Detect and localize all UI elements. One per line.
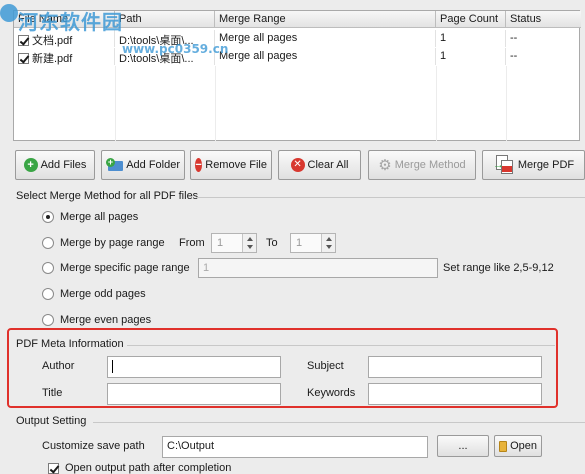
radio-merge-specific-label[interactable]: Merge specific page range: [60, 262, 190, 274]
add-files-button[interactable]: + Add Files: [15, 150, 95, 180]
column-header-merge-range[interactable]: Merge Range: [215, 11, 436, 28]
radio-merge-even[interactable]: [42, 314, 54, 326]
minus-icon: −: [195, 158, 203, 172]
to-label: To: [266, 237, 278, 249]
to-page-stepper[interactable]: 1: [290, 233, 336, 253]
file-path: D:\tools\桌面\...: [115, 30, 215, 47]
merge-pdf-button[interactable]: → Merge PDF: [482, 150, 585, 180]
folder-plus-icon: +: [106, 158, 123, 172]
specific-range-hint: Set range like 2,5-9,12: [443, 262, 554, 274]
gear-icon: ⚙: [378, 157, 392, 174]
watermark-logo-icon: [0, 4, 18, 22]
radio-merge-even-label[interactable]: Merge even pages: [60, 314, 151, 326]
column-header-status[interactable]: Status: [506, 11, 581, 28]
plus-icon: +: [23, 158, 38, 172]
add-folder-button[interactable]: + Add Folder: [101, 150, 185, 180]
save-path-input[interactable]: C:\Output: [162, 436, 428, 458]
spin-arrows-icon[interactable]: [321, 234, 335, 252]
row-checkbox[interactable]: [18, 35, 29, 46]
close-icon: ✕: [290, 158, 305, 172]
specific-range-input[interactable]: 1: [198, 258, 438, 278]
page-count: 1: [436, 30, 506, 47]
folder-icon: [499, 440, 508, 452]
radio-merge-all-label[interactable]: Merge all pages: [60, 211, 138, 223]
status: --: [510, 32, 518, 44]
from-page-stepper[interactable]: 1: [211, 233, 257, 253]
row-checkbox[interactable]: [18, 53, 29, 64]
page-count: 1: [436, 48, 506, 65]
radio-merge-range-label[interactable]: Merge by page range: [60, 237, 165, 249]
remove-file-button[interactable]: − Remove File: [190, 150, 272, 180]
browse-button[interactable]: ...: [437, 435, 489, 457]
open-folder-button[interactable]: Open: [494, 435, 542, 457]
column-header-page-count[interactable]: Page Count: [436, 11, 506, 28]
file-list-grid[interactable]: File Name Path Merge Range Page Count St…: [13, 10, 581, 141]
column-header-path[interactable]: Path: [115, 11, 215, 28]
clear-all-button[interactable]: ✕ Clear All: [278, 150, 361, 180]
open-after-label[interactable]: Open output path after completion: [65, 462, 231, 474]
highlight-box: [7, 328, 558, 408]
radio-merge-range[interactable]: [42, 237, 54, 249]
pdf-merge-icon: →: [493, 155, 515, 175]
status: --: [510, 50, 518, 62]
radio-merge-odd[interactable]: [42, 288, 54, 300]
file-name: 文档.pdf: [32, 35, 73, 47]
radio-merge-specific[interactable]: [42, 262, 54, 274]
merge-range: Merge all pages: [215, 30, 436, 47]
spin-arrows-icon[interactable]: [242, 234, 256, 252]
open-after-checkbox[interactable]: [48, 463, 59, 474]
file-name: 新建.pdf: [32, 53, 73, 65]
from-label: From: [179, 237, 205, 249]
radio-merge-odd-label[interactable]: Merge odd pages: [60, 288, 146, 300]
save-path-label: Customize save path: [42, 440, 145, 452]
radio-merge-all[interactable]: [42, 211, 54, 223]
output-setting-group-title: Output Setting: [16, 415, 87, 427]
merge-range: Merge all pages: [215, 48, 436, 65]
file-path: D:\tools\桌面\...: [115, 48, 215, 65]
column-header-file-name[interactable]: File Name: [14, 11, 115, 28]
merge-method-button[interactable]: ⚙ Merge Method: [368, 150, 476, 180]
merge-method-group-title: Select Merge Method for all PDF files: [16, 190, 199, 202]
